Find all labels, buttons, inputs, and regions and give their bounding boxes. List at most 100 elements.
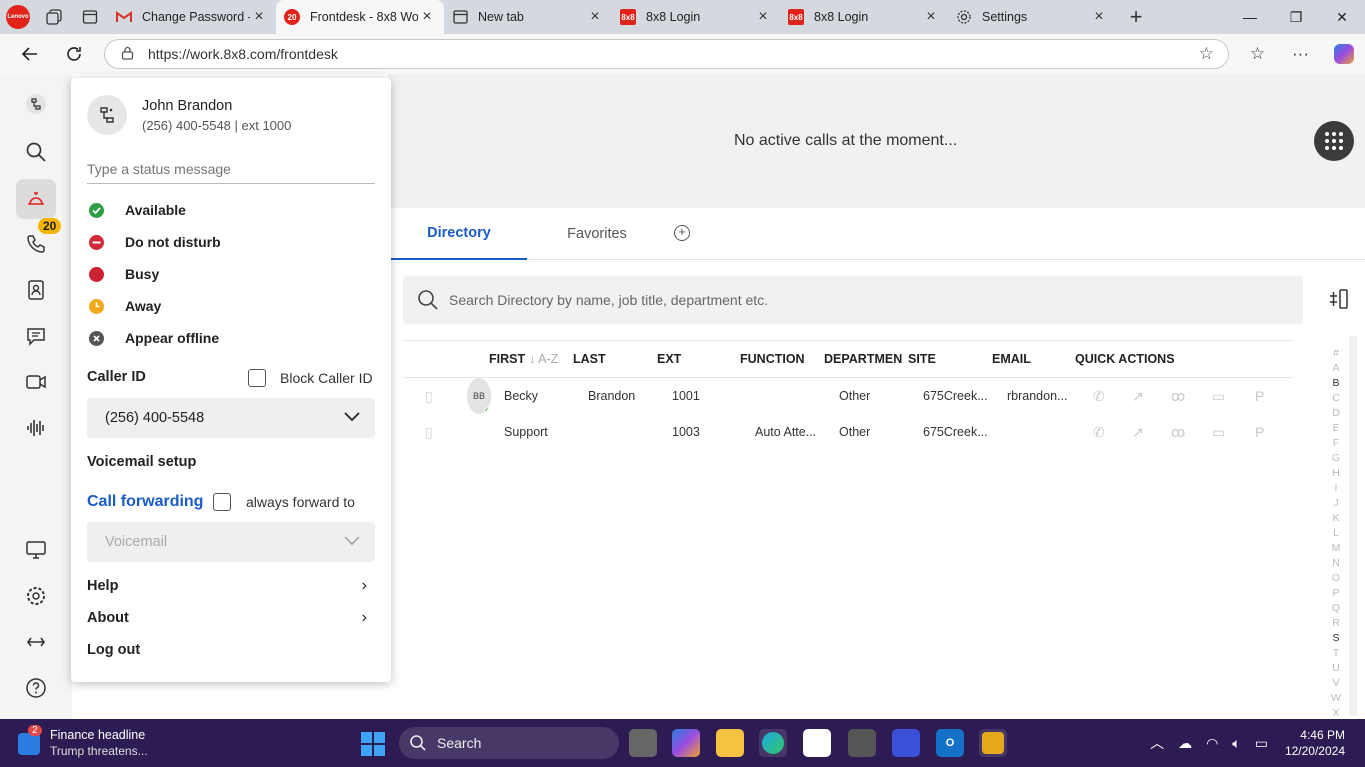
site-info-lock-icon[interactable]	[121, 46, 134, 63]
call-icon[interactable]: ✆	[1093, 414, 1105, 450]
microsoft-store-icon[interactable]	[803, 729, 831, 757]
alpha-index-letter[interactable]: B	[1329, 376, 1343, 391]
rail-switch-app[interactable]	[16, 622, 56, 662]
restore-icon[interactable]: ❐	[1273, 0, 1319, 34]
close-tab-icon[interactable]: ×	[418, 8, 436, 26]
alpha-index-letter[interactable]: M	[1329, 541, 1343, 556]
start-button[interactable]	[361, 732, 385, 756]
rail-switchboard[interactable]	[16, 84, 56, 124]
tab-settings[interactable]: Settings ×	[948, 0, 1116, 34]
alpha-index-letter[interactable]: S	[1329, 631, 1343, 646]
transfer-icon[interactable]: ↗	[1132, 414, 1144, 450]
alpha-index-letter[interactable]: L	[1329, 526, 1343, 541]
alpha-index-letter[interactable]: R	[1329, 616, 1343, 631]
col-function[interactable]: FUNCTION	[740, 341, 805, 377]
voicemail-icon[interactable]: ꝏ	[1171, 378, 1185, 414]
about-menu-item[interactable]: About ›	[87, 607, 375, 629]
always-forward-checkbox[interactable]	[213, 493, 231, 511]
more-menu-icon[interactable]: ···	[1279, 44, 1322, 64]
alpha-index-letter[interactable]: H	[1329, 466, 1343, 481]
back-button[interactable]	[10, 34, 50, 74]
edge-browser-icon[interactable]	[759, 729, 787, 757]
tab-8x8-login-1[interactable]: 8x8 8x8 Login ×	[612, 0, 780, 34]
alpha-index-letter[interactable]: N	[1329, 556, 1343, 571]
new-tab-button[interactable]: +	[1116, 0, 1156, 34]
status-available[interactable]: Available	[89, 200, 186, 220]
alpha-index-letter[interactable]: V	[1329, 676, 1343, 691]
col-department[interactable]: DEPARTMENT	[824, 341, 902, 377]
outlook-icon[interactable]: O	[936, 729, 964, 757]
tab-8x8-login-2[interactable]: 8x8 8x8 Login ×	[780, 0, 948, 34]
alpha-index-letter[interactable]: G	[1329, 451, 1343, 466]
call-icon[interactable]: ✆	[1093, 378, 1105, 414]
tab-favorites[interactable]: Favorites	[538, 208, 656, 260]
news-widget[interactable]: 2 Finance headline Trump threatens...	[18, 725, 148, 759]
help-menu-item[interactable]: Help ›	[87, 575, 375, 597]
favorites-icon[interactable]: ☆	[1236, 44, 1279, 64]
alpha-index-letter[interactable]: O	[1329, 571, 1343, 586]
col-ext[interactable]: EXT	[657, 341, 681, 377]
alpha-index-letter[interactable]: A	[1329, 361, 1343, 376]
contact-card-icon[interactable]: ▯	[425, 414, 433, 450]
alpha-index-letter[interactable]: K	[1329, 511, 1343, 526]
alpha-index-letter[interactable]: J	[1329, 496, 1343, 511]
rail-messages[interactable]	[16, 316, 56, 356]
add-tab-icon[interactable]: +	[674, 225, 690, 241]
tray-overflow-chevron-icon[interactable]: ︿	[1150, 733, 1164, 753]
voicemail-icon[interactable]: ꝏ	[1171, 414, 1185, 450]
col-last[interactable]: LAST	[573, 341, 606, 377]
tab-directory[interactable]: Directory	[391, 208, 527, 260]
close-tab-icon[interactable]: ×	[586, 8, 604, 26]
rail-settings[interactable]	[16, 576, 56, 616]
column-settings-button[interactable]	[1327, 288, 1349, 316]
caller-id-select[interactable]: (256) 400-5548	[87, 398, 375, 438]
park-icon[interactable]: P	[1255, 414, 1264, 450]
dialpad-button[interactable]	[1314, 121, 1354, 161]
app-vpn-icon[interactable]	[892, 729, 920, 757]
status-busy[interactable]: Busy	[89, 264, 159, 284]
directory-search-input[interactable]: Search Directory by name, job title, dep…	[403, 276, 1303, 324]
taskbar-search[interactable]: Search	[399, 727, 619, 759]
alpha-index-letter[interactable]: D	[1329, 406, 1343, 421]
alpha-index-letter[interactable]: F	[1329, 436, 1343, 451]
call-forwarding-link[interactable]: Call forwarding	[87, 493, 203, 511]
sort-indicator[interactable]: ↓ A-Z	[529, 341, 558, 377]
copilot-taskbar-icon[interactable]	[672, 729, 700, 757]
alpha-index-letter[interactable]: P	[1329, 586, 1343, 601]
table-row[interactable]: ▯ Support 1003 Auto Atte... Other 675Cre…	[403, 414, 1293, 450]
lenovo-profile-button[interactable]: Lenovo	[0, 0, 36, 34]
alpha-index-letter[interactable]: W	[1329, 691, 1343, 706]
block-caller-id-checkbox[interactable]	[248, 369, 266, 387]
rail-contacts[interactable]	[16, 270, 56, 310]
col-first[interactable]: FIRST ↓ A-Z	[489, 341, 558, 377]
weather-icon[interactable]: ☁	[1178, 735, 1192, 752]
logout-menu-item[interactable]: Log out	[87, 639, 375, 661]
wifi-icon[interactable]: ◠	[1206, 735, 1218, 752]
tab-change-password[interactable]: Change Password - jo ×	[108, 0, 276, 34]
system-clock[interactable]: 4:46 PM 12/20/2024	[1285, 727, 1345, 759]
col-email[interactable]: EMAIL	[992, 341, 1031, 377]
alpha-index-letter[interactable]: U	[1329, 661, 1343, 676]
rail-frontdesk[interactable]	[16, 179, 56, 219]
tab-actions-button[interactable]	[72, 0, 108, 34]
file-explorer-icon[interactable]	[716, 729, 744, 757]
alpha-index-letter[interactable]: E	[1329, 421, 1343, 436]
transfer-icon[interactable]: ↗	[1132, 378, 1144, 414]
tab-frontdesk[interactable]: 20 Frontdesk - 8x8 Wor ×	[276, 0, 444, 34]
url-bar[interactable]: https://work.8x8.com/frontdesk ☆	[104, 39, 1229, 69]
message-icon[interactable]: ▭	[1212, 414, 1225, 450]
workspaces-button[interactable]	[36, 0, 72, 34]
task-view-icon[interactable]	[629, 729, 657, 757]
reload-button[interactable]	[54, 34, 94, 74]
rail-help[interactable]	[16, 668, 56, 708]
contact-card-icon[interactable]: ▯	[425, 378, 433, 414]
app-hex-icon[interactable]	[848, 729, 876, 757]
alpha-index-letter[interactable]: Q	[1329, 601, 1343, 616]
alpha-index-letter[interactable]: C	[1329, 391, 1343, 406]
rail-calls[interactable]: 20	[16, 218, 62, 264]
rail-video[interactable]	[16, 362, 56, 402]
tab-new-tab[interactable]: New tab ×	[444, 0, 612, 34]
close-tab-icon[interactable]: ×	[250, 8, 268, 26]
status-do-not-disturb[interactable]: Do not disturb	[89, 232, 221, 252]
close-window-icon[interactable]: ✕	[1319, 0, 1365, 34]
